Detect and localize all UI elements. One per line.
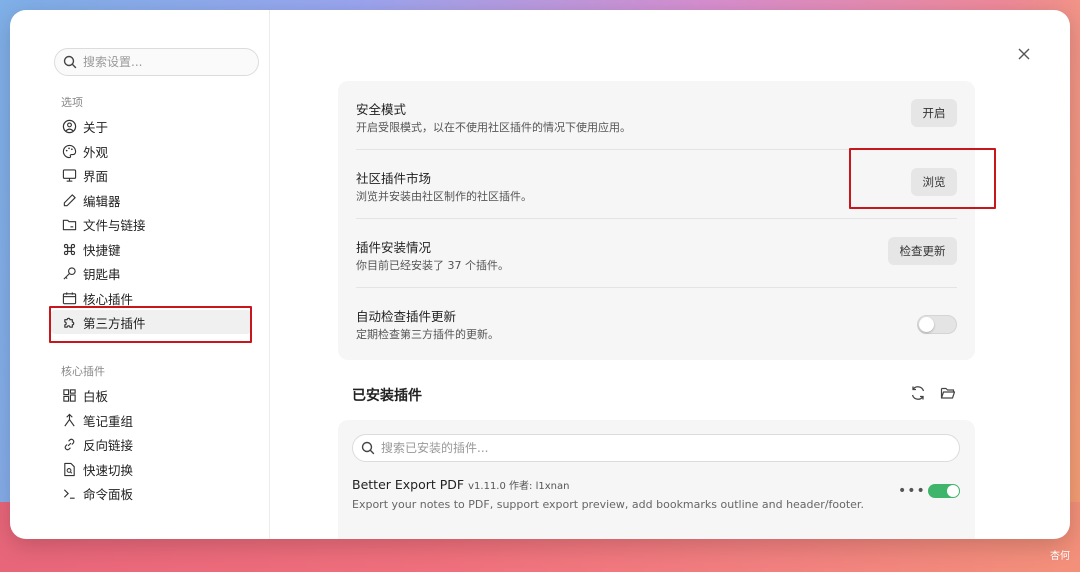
file-search-icon (61, 461, 77, 477)
refresh-icon (911, 386, 925, 400)
sidebar-item-label: 文件与链接 (83, 217, 146, 233)
reload-plugins-button[interactable] (909, 384, 927, 402)
setting-install-status: 插件安装情况 你目前已经安装了 37 个插件。 检查更新 (356, 219, 957, 288)
settings-sidebar: 选项 关于 外观 界面 编辑器 文件与链接 快捷键 钥匙串 (10, 10, 270, 539)
palette-icon (61, 143, 77, 159)
command-icon (61, 241, 77, 257)
sidebar-item-label: 快捷键 (83, 242, 121, 258)
close-button[interactable] (1016, 46, 1032, 62)
sidebar-item-files-links[interactable]: 文件与链接 (51, 212, 251, 236)
check-updates-button[interactable]: 检查更新 (888, 237, 957, 265)
plugin-item: Better Export PDF v1.11.0 作者: l1xnan (352, 477, 569, 492)
plugin-version-author: v1.11.0 作者: l1xnan (468, 481, 570, 492)
setting-auto-check: 自动检查插件更新 定期检查第三方插件的更新。 (356, 288, 957, 357)
installed-plugins-search-input[interactable] (381, 441, 881, 455)
search-icon (63, 55, 77, 69)
backlink-icon (61, 436, 77, 452)
installed-plugins-search[interactable] (352, 434, 960, 462)
folder-link-icon (61, 216, 77, 232)
sidebar-item-label: 反向链接 (83, 437, 134, 453)
sidebar-item-label: 关于 (83, 119, 109, 135)
sidebar-item-label: 界面 (83, 168, 109, 184)
sidebar-item-appearance[interactable]: 外观 (51, 139, 251, 163)
more-options-icon[interactable]: ••• (898, 483, 926, 499)
section-options-label: 选项 (61, 96, 83, 109)
settings-search-input[interactable] (83, 55, 243, 69)
plugin-description: Export your notes to PDF, support export… (352, 498, 864, 511)
sidebar-item-label: 钥匙串 (83, 266, 121, 282)
layout-grid-icon (61, 387, 77, 403)
sidebar-item-keychain[interactable]: 钥匙串 (51, 261, 251, 285)
annotation-highlight-sidebar (49, 306, 252, 343)
setting-title: 插件安装情况 (356, 240, 432, 255)
merge-arrow-icon (61, 412, 77, 428)
annotation-highlight-browse (849, 148, 996, 209)
setting-title: 安全模式 (356, 102, 407, 117)
pencil-icon (61, 192, 77, 208)
setting-title: 社区插件市场 (356, 171, 432, 186)
auto-check-toggle[interactable] (917, 315, 957, 334)
sidebar-item-label: 核心插件 (83, 291, 134, 307)
sidebar-item-hotkeys[interactable]: 快捷键 (51, 237, 251, 261)
setting-description: 开启受限模式，以在不使用社区插件的情况下使用应用。 (356, 121, 631, 134)
search-icon (361, 441, 375, 455)
plugin-name: Better Export PDF (352, 477, 465, 492)
sidebar-item-label: 笔记重组 (83, 413, 134, 429)
watermark: 杏何 (1050, 551, 1070, 562)
sidebar-item-canvas[interactable]: 白板 (51, 383, 251, 407)
toggle-knob (919, 317, 934, 332)
sidebar-item-backlinks[interactable]: 反向链接 (51, 432, 251, 456)
settings-search[interactable] (54, 48, 259, 76)
sidebar-item-about[interactable]: 关于 (51, 114, 251, 138)
sidebar-item-quick-switcher[interactable]: 快速切换 (51, 457, 251, 481)
sidebar-item-editor[interactable]: 编辑器 (51, 188, 251, 212)
close-icon (1018, 48, 1030, 60)
turn-on-safe-mode-button[interactable]: 开启 (911, 99, 957, 127)
setting-description: 浏览并安装由社区制作的社区插件。 (356, 190, 532, 203)
sidebar-item-interface[interactable]: 界面 (51, 163, 251, 187)
setting-title: 自动检查插件更新 (356, 309, 457, 324)
key-icon (61, 265, 77, 281)
section-core-label: 核心插件 (61, 365, 105, 378)
setting-safe-mode: 安全模式 开启受限模式，以在不使用社区插件的情况下使用应用。 开启 (356, 81, 957, 150)
sidebar-item-command-palette[interactable]: 命令面板 (51, 481, 251, 505)
installed-plugins-panel: Better Export PDFv1.11.0 作者: l1xnan Expo… (338, 420, 975, 539)
community-plugins-settings-panel: 安全模式 开启受限模式，以在不使用社区插件的情况下使用应用。 开启 社区插件市场… (338, 81, 975, 360)
sidebar-item-label: 外观 (83, 144, 109, 160)
sidebar-item-label: 快速切换 (83, 462, 134, 478)
terminal-icon (61, 485, 77, 501)
setting-description: 你目前已经安装了 37 个插件。 (356, 259, 509, 272)
sidebar-item-label: 编辑器 (83, 193, 121, 209)
installed-plugins-heading: 已安装插件 (352, 388, 422, 404)
info-circle-icon (61, 118, 77, 134)
toggle-knob (947, 485, 959, 497)
plugin-enable-toggle[interactable] (928, 484, 960, 498)
sidebar-item-label: 白板 (83, 388, 109, 404)
setting-description: 定期检查第三方插件的更新。 (356, 328, 499, 341)
folder-open-icon (940, 387, 956, 399)
settings-window: 选项 关于 外观 界面 编辑器 文件与链接 快捷键 钥匙串 (10, 10, 1070, 539)
sidebar-item-note-composer[interactable]: 笔记重组 (51, 408, 251, 432)
open-plugins-folder-button[interactable] (939, 384, 957, 402)
calendar-icon (61, 290, 77, 306)
monitor-icon (61, 167, 77, 183)
sidebar-item-label: 命令面板 (83, 486, 134, 502)
